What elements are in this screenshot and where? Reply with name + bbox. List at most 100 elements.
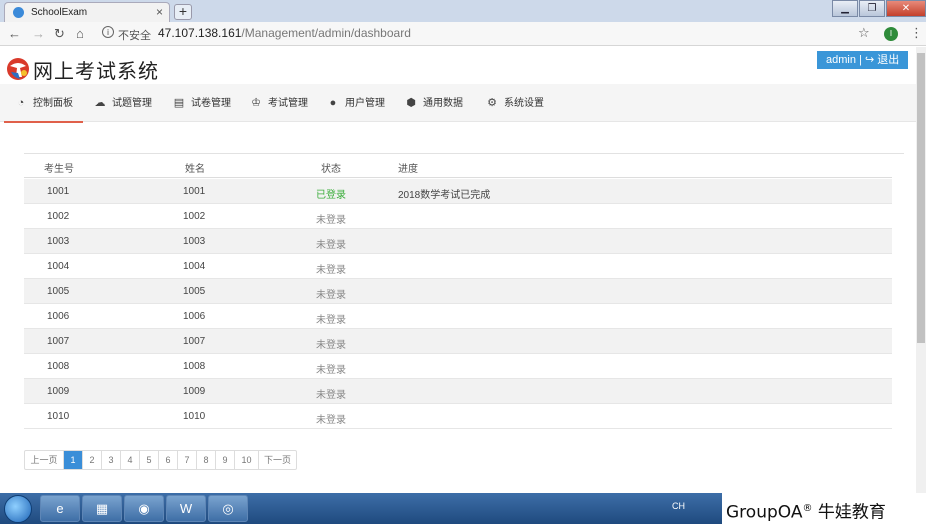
table-row: 1008 1008 未登录 — [24, 354, 892, 379]
page-button[interactable]: 9 — [215, 451, 234, 469]
cell-student-id: 1010 — [47, 411, 70, 422]
word-taskbar-icon[interactable]: W — [166, 495, 206, 522]
cell-status: 未登录 — [316, 365, 346, 376]
start-button[interactable] — [4, 495, 32, 523]
menu-item-exams[interactable]: ♔ 考试管理 — [249, 84, 308, 122]
next-page-button[interactable]: 下一页 — [258, 451, 296, 469]
table-row: 1006 1006 未登录 — [24, 304, 892, 329]
table-row: 1003 1003 未登录 — [24, 229, 892, 254]
menu-item-label: 控制面板 — [33, 98, 73, 109]
back-arrow-icon[interactable]: ← — [8, 26, 21, 41]
cell-student-id: 1001 — [47, 186, 70, 197]
page-content: 网上考试系统 admin | ↪ 退出 ◔ 控制面板 ☁ 试题管理 ▤ 试卷管理 ♔ 考… — [0, 47, 916, 493]
menu-item-dashboard[interactable]: ◔ 控制面板 — [4, 84, 83, 123]
extension-icon[interactable]: I — [884, 27, 898, 41]
menu-item-papers[interactable]: ▤ 试卷管理 — [172, 84, 231, 122]
menu-item-settings[interactable]: ⚙ 系统设置 — [485, 84, 544, 122]
cell-name: 1001 — [183, 186, 206, 197]
browser-tab[interactable]: SchoolExam × — [4, 2, 170, 22]
url-text: 47.107.138.161/Management/admin/dashboar… — [158, 26, 411, 40]
forward-arrow-icon[interactable]: → — [32, 26, 45, 41]
url-path: /Management/admin/dashboard — [241, 26, 411, 40]
cubes-icon: ⬢ — [406, 97, 416, 109]
document-icon: ▤ — [173, 97, 185, 109]
menu-item-common-data[interactable]: ⬢ 通用数据 — [404, 84, 463, 122]
page-button[interactable]: 10 — [234, 451, 258, 469]
cell-status: 未登录 — [316, 215, 346, 226]
menu-item-label: 用户管理 — [345, 98, 385, 109]
column-header: 姓名 — [185, 164, 205, 175]
page-scrollbar[interactable] — [916, 47, 926, 493]
new-tab-button[interactable]: + — [174, 4, 192, 20]
info-icon[interactable]: i — [102, 26, 114, 38]
logo-icon — [7, 58, 29, 80]
reload-icon[interactable]: ↻ — [54, 26, 65, 42]
cell-name: 1006 — [183, 311, 206, 322]
app-taskbar-icon[interactable]: ◎ — [208, 495, 248, 522]
url-input[interactable]: i 不安全 47.107.138.161/Management/admin/da… — [98, 25, 858, 43]
chrome-taskbar-icon[interactable]: ◉ — [124, 495, 164, 522]
browser-menu-icon[interactable]: ⋮ — [910, 25, 923, 41]
cell-name: 1009 — [183, 386, 206, 397]
trophy-icon: ♔ — [251, 97, 261, 109]
logout-icon[interactable]: ↪ — [865, 54, 874, 66]
watermark-brand: GroupOA — [726, 502, 803, 523]
menu-item-label: 试题管理 — [112, 98, 152, 109]
cell-status: 未登录 — [316, 390, 346, 401]
watermark: GroupOA® 牛娃教育 — [722, 493, 926, 524]
cell-student-id: 1003 — [47, 236, 70, 247]
bookmark-star-icon[interactable]: ☆ — [858, 25, 870, 41]
main-menu: ◔ 控制面板 ☁ 试题管理 ▤ 试卷管理 ♔ 考试管理 ● 用户管理 ⬢ 通用数据 ⚙ 系统设… — [0, 84, 916, 123]
page-button[interactable]: 8 — [196, 451, 215, 469]
home-icon[interactable]: ⌂ — [76, 26, 84, 41]
menu-item-questions[interactable]: ☁ 试题管理 — [93, 84, 153, 122]
cell-status: 未登录 — [316, 240, 346, 251]
page-button[interactable]: 1 — [63, 451, 82, 469]
tab-close-icon[interactable]: × — [156, 5, 163, 19]
page-button[interactable]: 5 — [139, 451, 158, 469]
gear-icon: ⚙ — [487, 97, 497, 109]
table-row: 1002 1002 未登录 — [24, 204, 892, 229]
menu-item-label: 考试管理 — [268, 98, 308, 109]
maximize-button[interactable]: ❐ — [859, 0, 885, 17]
dashboard-icon: ◔ — [17, 97, 25, 109]
cell-name: 1008 — [183, 361, 206, 372]
minimize-button[interactable]: ▁ — [832, 0, 858, 17]
watermark-registered-mark: ® — [802, 503, 813, 514]
page-button[interactable]: 2 — [82, 451, 101, 469]
table-row: 1005 1005 未登录 — [24, 279, 892, 304]
page-button[interactable]: 7 — [177, 451, 196, 469]
page-button[interactable]: 6 — [158, 451, 177, 469]
prev-page-button[interactable]: 上一页 — [25, 451, 63, 469]
cell-status: 未登录 — [316, 315, 346, 326]
page-button[interactable]: 4 — [120, 451, 139, 469]
explorer-taskbar-icon[interactable]: ▦ — [82, 495, 122, 522]
table-row: 1001 1001 已登录 2018数学考试已完成 — [24, 179, 892, 204]
cell-name: 1005 — [183, 286, 206, 297]
cell-student-id: 1005 — [47, 286, 70, 297]
ie-taskbar-icon[interactable]: e — [40, 495, 80, 522]
table-row: 1009 1009 未登录 — [24, 379, 892, 404]
menu-item-users[interactable]: ● 用户管理 — [326, 84, 385, 122]
cell-student-id: 1002 — [47, 211, 70, 222]
cell-student-id: 1006 — [47, 311, 70, 322]
cell-name: 1007 — [183, 336, 206, 347]
cell-name: 1002 — [183, 211, 206, 222]
close-window-button[interactable]: ✕ — [886, 0, 926, 17]
page-button[interactable]: 3 — [101, 451, 120, 469]
language-indicator[interactable]: CH — [672, 501, 685, 511]
cell-student-id: 1009 — [47, 386, 70, 397]
cell-status: 已登录 — [316, 190, 346, 201]
column-header: 状态 — [321, 164, 341, 175]
table-row: 1004 1004 未登录 — [24, 254, 892, 279]
app-title: 网上考试系统 — [33, 61, 159, 83]
scrollbar-thumb[interactable] — [917, 53, 925, 343]
table-row: 1007 1007 未登录 — [24, 329, 892, 354]
pagination: 上一页 1 2 3 4 5 6 7 8 9 10 下一页 — [24, 450, 297, 470]
logout-link[interactable]: 退出 — [877, 54, 899, 66]
menu-item-label: 系统设置 — [504, 98, 544, 109]
table-header: 考生号 姓名 状态 进度 — [24, 153, 892, 178]
cell-student-id: 1008 — [47, 361, 70, 372]
cell-student-id: 1004 — [47, 261, 70, 272]
username-link[interactable]: admin — [826, 54, 856, 66]
